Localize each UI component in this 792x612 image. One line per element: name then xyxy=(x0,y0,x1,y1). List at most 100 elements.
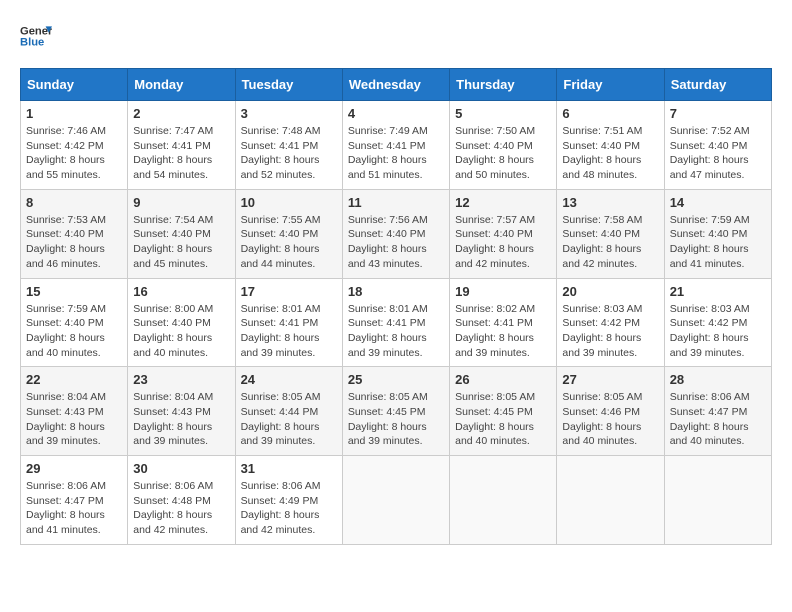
day-info: Sunrise: 8:06 AMSunset: 4:49 PMDaylight:… xyxy=(241,479,337,538)
day-number: 28 xyxy=(670,372,766,387)
day-info: Sunrise: 7:54 AMSunset: 4:40 PMDaylight:… xyxy=(133,213,229,272)
table-row xyxy=(557,456,664,545)
table-row: 19Sunrise: 8:02 AMSunset: 4:41 PMDayligh… xyxy=(450,278,557,367)
day-info: Sunrise: 7:59 AMSunset: 4:40 PMDaylight:… xyxy=(670,213,766,272)
day-info: Sunrise: 7:53 AMSunset: 4:40 PMDaylight:… xyxy=(26,213,122,272)
calendar-week-row: 8 Sunrise: 7:53 AMSunset: 4:40 PMDaylight… xyxy=(21,189,772,278)
day-number: 31 xyxy=(241,461,337,476)
day-number: 18 xyxy=(348,284,444,299)
calendar-week-row: 29Sunrise: 8:06 AMSunset: 4:47 PMDayligh… xyxy=(21,456,772,545)
day-number: 11 xyxy=(348,195,444,210)
day-info: Sunrise: 7:46 AMSunset: 4:42 PMDaylight:… xyxy=(26,124,122,183)
calendar-header-row: SundayMondayTuesdayWednesdayThursdayFrid… xyxy=(21,69,772,101)
table-row: 18 Sunrise: 8:01 AMSunset: 4:41 PMDayligh… xyxy=(342,278,449,367)
table-row: 4Sunrise: 7:49 AMSunset: 4:41 PMDaylight… xyxy=(342,101,449,190)
day-info: Sunrise: 8:05 AMSunset: 4:44 PMDaylight:… xyxy=(241,390,337,449)
calendar-table: SundayMondayTuesdayWednesdayThursdayFrid… xyxy=(20,68,772,545)
day-number: 19 xyxy=(455,284,551,299)
day-info: Sunrise: 7:50 AMSunset: 4:40 PMDaylight:… xyxy=(455,124,551,183)
day-number: 20 xyxy=(562,284,658,299)
table-row: 25 Sunrise: 8:05 AMSunset: 4:45 PMDayligh… xyxy=(342,367,449,456)
day-number: 13 xyxy=(562,195,658,210)
day-number: 12 xyxy=(455,195,551,210)
svg-text:Blue: Blue xyxy=(20,37,44,49)
table-row: 17 Sunrise: 8:01 AMSunset: 4:41 PMDayligh… xyxy=(235,278,342,367)
day-number: 27 xyxy=(562,372,658,387)
day-number: 22 xyxy=(26,372,122,387)
day-number: 17 xyxy=(241,284,337,299)
calendar-day-header: Tuesday xyxy=(235,69,342,101)
day-info: Sunrise: 7:51 AMSunset: 4:40 PMDaylight:… xyxy=(562,124,658,183)
table-row: 21Sunrise: 8:03 AMSunset: 4:42 PMDayligh… xyxy=(664,278,771,367)
logo: General Blue xyxy=(20,20,52,52)
table-row xyxy=(664,456,771,545)
table-row xyxy=(450,456,557,545)
table-row: 8 Sunrise: 7:53 AMSunset: 4:40 PMDaylight… xyxy=(21,189,128,278)
calendar-week-row: 15 Sunrise: 7:59 AMSunset: 4:40 PMDayligh… xyxy=(21,278,772,367)
table-row: 3Sunrise: 7:48 AMSunset: 4:41 PMDaylight… xyxy=(235,101,342,190)
day-number: 14 xyxy=(670,195,766,210)
table-row: 16 Sunrise: 8:00 AMSunset: 4:40 PMDayligh… xyxy=(128,278,235,367)
table-row: 5 Sunrise: 7:50 AMSunset: 4:40 PMDaylight… xyxy=(450,101,557,190)
table-row: 24 Sunrise: 8:05 AMSunset: 4:44 PMDayligh… xyxy=(235,367,342,456)
table-row: 29Sunrise: 8:06 AMSunset: 4:47 PMDayligh… xyxy=(21,456,128,545)
table-row: 1 Sunrise: 7:46 AMSunset: 4:42 PMDaylight… xyxy=(21,101,128,190)
day-number: 2 xyxy=(133,106,229,121)
table-row: 27 Sunrise: 8:05 AMSunset: 4:46 PMDayligh… xyxy=(557,367,664,456)
table-row: 12 Sunrise: 7:57 AMSunset: 4:40 PMDayligh… xyxy=(450,189,557,278)
day-number: 9 xyxy=(133,195,229,210)
day-number: 1 xyxy=(26,106,122,121)
day-info: Sunrise: 7:52 AMSunset: 4:40 PMDaylight:… xyxy=(670,124,766,183)
header: General Blue xyxy=(20,20,772,52)
calendar-week-row: 22 Sunrise: 8:04 AMSunset: 4:43 PMDayligh… xyxy=(21,367,772,456)
day-info: Sunrise: 7:48 AMSunset: 4:41 PMDaylight:… xyxy=(241,124,337,183)
table-row xyxy=(342,456,449,545)
day-info: Sunrise: 7:55 AMSunset: 4:40 PMDaylight:… xyxy=(241,213,337,272)
day-number: 30 xyxy=(133,461,229,476)
day-number: 7 xyxy=(670,106,766,121)
calendar-day-header: Sunday xyxy=(21,69,128,101)
table-row: 9 Sunrise: 7:54 AMSunset: 4:40 PMDaylight… xyxy=(128,189,235,278)
day-number: 8 xyxy=(26,195,122,210)
day-info: Sunrise: 8:05 AMSunset: 4:46 PMDaylight:… xyxy=(562,390,658,449)
day-number: 25 xyxy=(348,372,444,387)
table-row: 2 Sunrise: 7:47 AMSunset: 4:41 PMDaylight… xyxy=(128,101,235,190)
day-info: Sunrise: 8:00 AMSunset: 4:40 PMDaylight:… xyxy=(133,302,229,361)
logo-icon: General Blue xyxy=(20,20,52,52)
day-info: Sunrise: 8:05 AMSunset: 4:45 PMDaylight:… xyxy=(348,390,444,449)
day-info: Sunrise: 7:57 AMSunset: 4:40 PMDaylight:… xyxy=(455,213,551,272)
day-info: Sunrise: 8:06 AMSunset: 4:47 PMDaylight:… xyxy=(670,390,766,449)
day-info: Sunrise: 8:03 AMSunset: 4:42 PMDaylight:… xyxy=(562,302,658,361)
day-number: 26 xyxy=(455,372,551,387)
table-row: 22 Sunrise: 8:04 AMSunset: 4:43 PMDayligh… xyxy=(21,367,128,456)
day-info: Sunrise: 8:04 AMSunset: 4:43 PMDaylight:… xyxy=(26,390,122,449)
day-info: Sunrise: 7:58 AMSunset: 4:40 PMDaylight:… xyxy=(562,213,658,272)
day-info: Sunrise: 8:01 AMSunset: 4:41 PMDaylight:… xyxy=(348,302,444,361)
table-row: 20 Sunrise: 8:03 AMSunset: 4:42 PMDayligh… xyxy=(557,278,664,367)
calendar-day-header: Friday xyxy=(557,69,664,101)
day-info: Sunrise: 8:06 AMSunset: 4:48 PMDaylight:… xyxy=(133,479,229,538)
table-row: 14 Sunrise: 7:59 AMSunset: 4:40 PMDayligh… xyxy=(664,189,771,278)
day-info: Sunrise: 7:59 AMSunset: 4:40 PMDaylight:… xyxy=(26,302,122,361)
day-number: 15 xyxy=(26,284,122,299)
table-row: 28 Sunrise: 8:06 AMSunset: 4:47 PMDayligh… xyxy=(664,367,771,456)
calendar-week-row: 1 Sunrise: 7:46 AMSunset: 4:42 PMDaylight… xyxy=(21,101,772,190)
day-number: 5 xyxy=(455,106,551,121)
table-row: 26 Sunrise: 8:05 AMSunset: 4:45 PMDayligh… xyxy=(450,367,557,456)
calendar-day-header: Saturday xyxy=(664,69,771,101)
day-number: 16 xyxy=(133,284,229,299)
day-number: 21 xyxy=(670,284,766,299)
table-row: 30 Sunrise: 8:06 AMSunset: 4:48 PMDayligh… xyxy=(128,456,235,545)
table-row: 6Sunrise: 7:51 AMSunset: 4:40 PMDaylight… xyxy=(557,101,664,190)
day-info: Sunrise: 8:06 AMSunset: 4:47 PMDaylight:… xyxy=(26,479,122,538)
day-number: 23 xyxy=(133,372,229,387)
day-number: 24 xyxy=(241,372,337,387)
table-row: 10Sunrise: 7:55 AMSunset: 4:40 PMDayligh… xyxy=(235,189,342,278)
calendar-day-header: Thursday xyxy=(450,69,557,101)
day-info: Sunrise: 8:01 AMSunset: 4:41 PMDaylight:… xyxy=(241,302,337,361)
day-info: Sunrise: 7:47 AMSunset: 4:41 PMDaylight:… xyxy=(133,124,229,183)
calendar-day-header: Wednesday xyxy=(342,69,449,101)
table-row: 13 Sunrise: 7:58 AMSunset: 4:40 PMDayligh… xyxy=(557,189,664,278)
day-info: Sunrise: 8:05 AMSunset: 4:45 PMDaylight:… xyxy=(455,390,551,449)
calendar-day-header: Monday xyxy=(128,69,235,101)
